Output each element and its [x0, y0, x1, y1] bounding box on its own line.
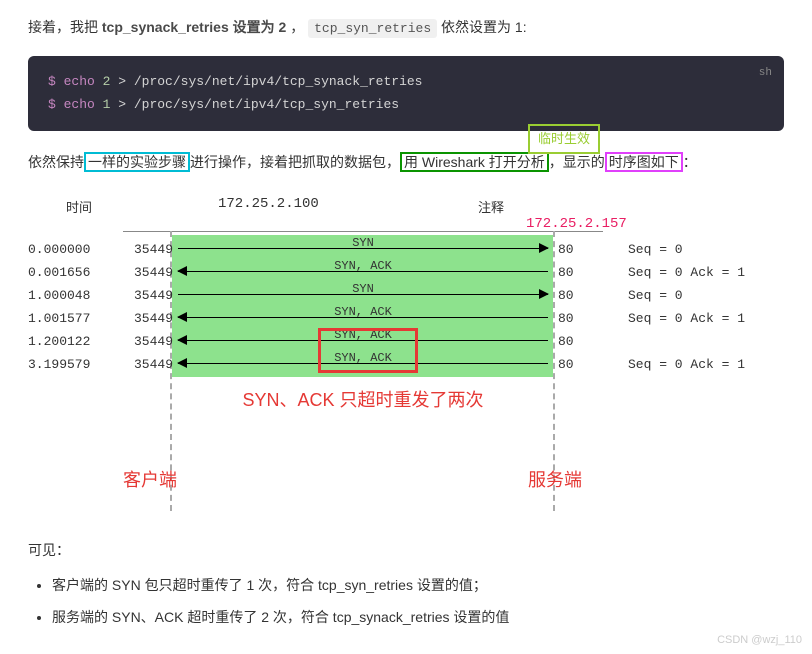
packet-arrow: SYN, ACK — [178, 262, 548, 280]
list-item: 服务端的 SYN、ACK 超时重传了 2 次，符合 tcp_synack_ret… — [52, 606, 784, 630]
packet-label: SYN, ACK — [178, 256, 548, 276]
diagram-top-border — [123, 231, 603, 232]
sequence-diagram: 时间 注释 172.25.2.100 172.25.2.157 0.000000… — [28, 193, 784, 513]
conclusion-header: 可见： — [28, 539, 784, 563]
packet-time: 1.200122 — [28, 331, 113, 353]
highlight-magenta: 时序图如下 — [605, 152, 683, 172]
packet-time: 3.199579 — [28, 354, 113, 376]
dst-port: 80 — [558, 285, 588, 307]
seq-info: Seq = 0 Ack = 1 — [628, 354, 812, 376]
src-port: 35449 — [128, 285, 173, 307]
src-port: 35449 — [128, 308, 173, 330]
annotation-header: 注释 — [478, 198, 504, 220]
ip-address-left: 172.25.2.100 — [218, 193, 319, 217]
intro-bold: tcp_synack_retries 设置为 2 — [102, 19, 286, 35]
packet-arrow: SYN, ACK — [178, 308, 548, 326]
packet-time: 1.001577 — [28, 308, 113, 330]
src-port: 35449 — [128, 354, 173, 376]
code-block[interactable]: sh $ echo 2 > /proc/sys/net/ipv4/tcp_syn… — [28, 56, 784, 131]
dst-port: 80 — [558, 354, 588, 376]
code-annotation-callout: 临时生效 — [528, 124, 600, 154]
dst-port: 80 — [558, 331, 588, 353]
packet-label: SYN, ACK — [178, 302, 548, 322]
packet-label: SYN — [178, 279, 548, 299]
src-port: 35449 — [128, 331, 173, 353]
highlight-cyan: 一样的实验步骤 — [84, 152, 190, 172]
intro-paragraph: 接着，我把 tcp_synack_retries 设置为 2 ， tcp_syn… — [28, 16, 784, 40]
src-port: 35449 — [128, 262, 173, 284]
packet-arrow: SYN — [178, 239, 548, 257]
packet-arrow: SYN — [178, 285, 548, 303]
packet-time: 0.001656 — [28, 262, 113, 284]
code-language-badge: sh — [759, 64, 772, 83]
packet-label: SYN — [178, 233, 548, 253]
code-line-1: $ echo 2 > /proc/sys/net/ipv4/tcp_synack… — [48, 70, 764, 93]
seq-info: Seq = 0 — [628, 285, 812, 307]
seq-info: Seq = 0 Ack = 1 — [628, 262, 812, 284]
code-line-2: $ echo 1 > /proc/sys/net/ipv4/tcp_syn_re… — [48, 93, 764, 116]
list-item: 客户端的 SYN 包只超时重传了 1 次，符合 tcp_syn_retries … — [52, 574, 784, 598]
code-block-wrapper: sh $ echo 2 > /proc/sys/net/ipv4/tcp_syn… — [28, 56, 784, 131]
highlight-green: 用 Wireshark 打开分析 — [400, 152, 549, 172]
intro-mid: ， — [290, 19, 304, 35]
retransmit-highlight-box — [318, 328, 418, 373]
intro-inline-code: tcp_syn_retries — [308, 19, 437, 38]
src-port: 35449 — [128, 239, 173, 261]
dst-port: 80 — [558, 262, 588, 284]
dst-port: 80 — [558, 308, 588, 330]
time-header: 时间 — [66, 198, 92, 220]
client-label: 客户端 — [123, 465, 177, 496]
server-label: 服务端 — [528, 465, 582, 496]
intro-suffix: 依然设置为 1: — [441, 19, 527, 35]
retransmit-caption: SYN、ACK 只超时重发了两次 — [178, 385, 548, 416]
dst-port: 80 — [558, 239, 588, 261]
packet-time: 0.000000 — [28, 239, 113, 261]
seq-info: Seq = 0 — [628, 239, 812, 261]
watermark: CSDN @wzj_110 — [717, 631, 802, 650]
conclusion-list: 客户端的 SYN 包只超时重传了 1 次，符合 tcp_syn_retries … — [28, 574, 784, 630]
packet-time: 1.000048 — [28, 285, 113, 307]
seq-info: Seq = 0 Ack = 1 — [628, 308, 812, 330]
intro-prefix: 接着，我把 — [28, 19, 102, 35]
analysis-paragraph: 依然保持一样的实验步骤进行操作，接着把抓取的数据包，用 Wireshark 打开… — [28, 151, 784, 175]
